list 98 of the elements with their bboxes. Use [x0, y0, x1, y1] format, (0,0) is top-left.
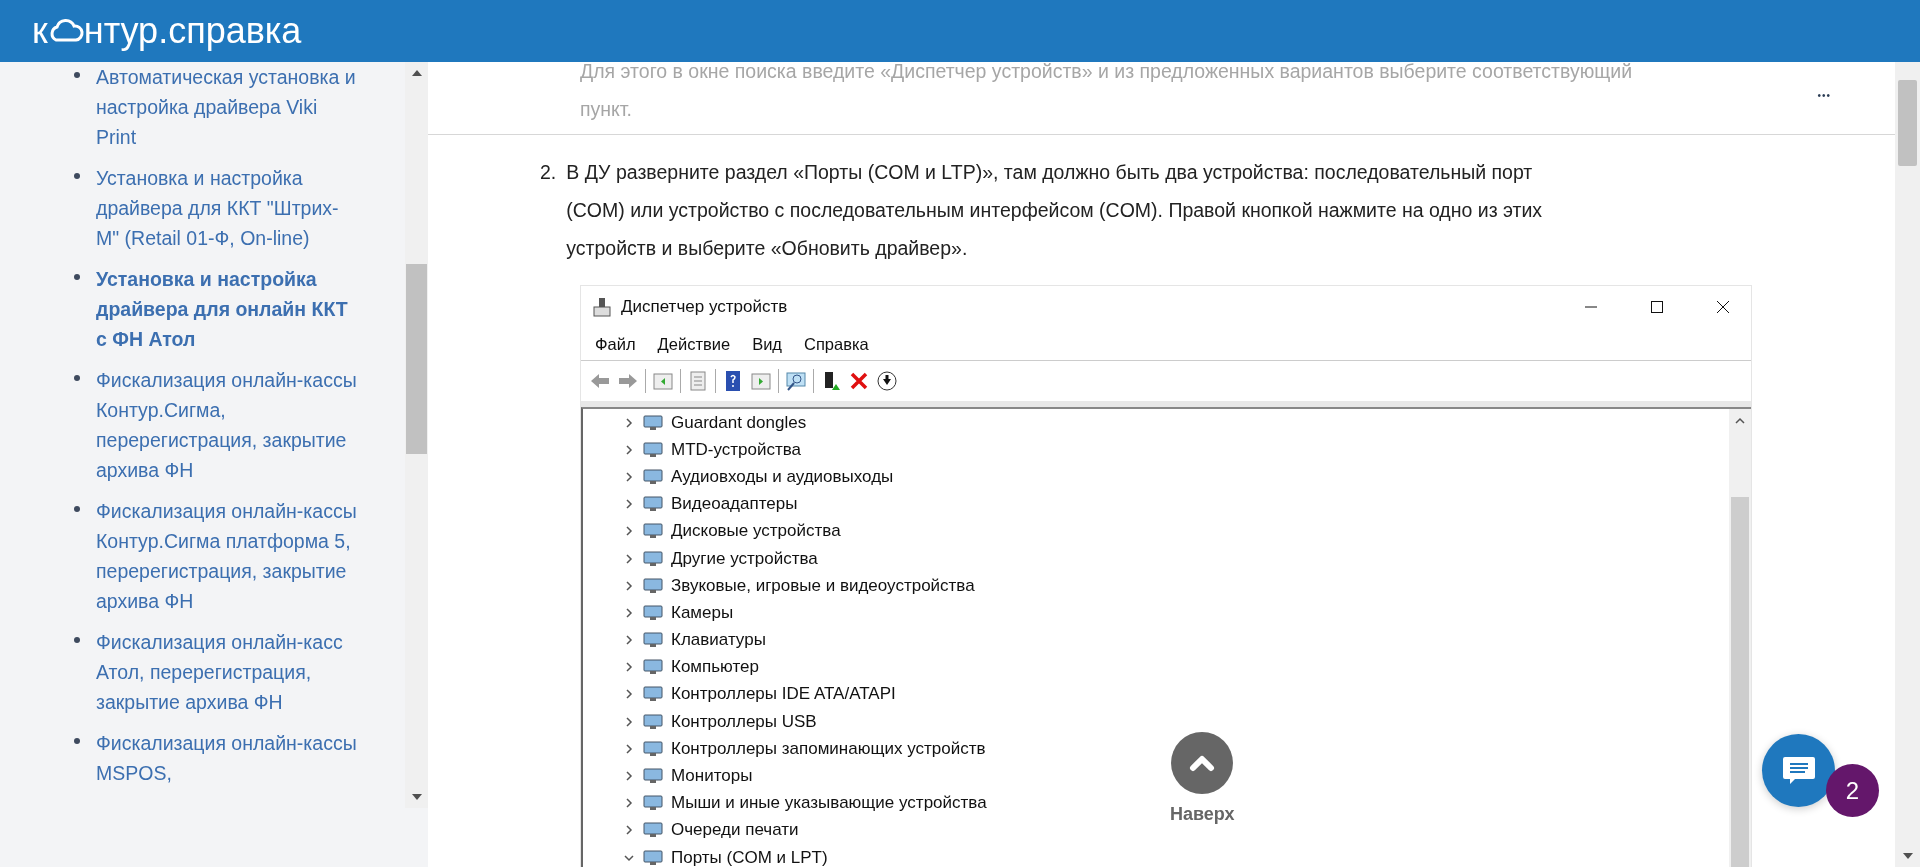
- tree-item[interactable]: Другие устройства: [671, 548, 818, 569]
- device-icon: [643, 467, 663, 486]
- faded-text: пункт.: [580, 97, 634, 122]
- scroll-top-label[interactable]: Наверх: [1170, 804, 1235, 825]
- window-title: Диспетчер устройств: [621, 297, 789, 317]
- sidebar-link[interactable]: Фискализация онлайн-кассы Контур.Сигма платформа 5, перерегистрация, закрытие архива ФН: [96, 496, 358, 616]
- chevron-right-icon[interactable]: [623, 498, 635, 511]
- delete-icon[interactable]: [848, 370, 870, 392]
- chevron-right-icon[interactable]: [623, 770, 635, 783]
- more-button[interactable]: •••: [1813, 86, 1835, 105]
- tree-item[interactable]: Компьютер: [671, 657, 759, 678]
- tree-item[interactable]: Дисковые устройства: [671, 521, 841, 542]
- scroll-up-icon[interactable]: [411, 70, 422, 76]
- close-icon[interactable]: [1716, 300, 1730, 314]
- scrollbar-thumb[interactable]: [406, 264, 427, 454]
- sidebar-link[interactable]: Автоматическая установка и настройка драйвера Viki Print: [96, 62, 358, 152]
- download-icon[interactable]: [876, 370, 898, 392]
- menu-item[interactable]: Файл: [595, 334, 636, 354]
- chevron-right-icon[interactable]: [623, 797, 635, 810]
- panel-icon[interactable]: [750, 370, 772, 392]
- bullet-icon: [74, 274, 80, 280]
- chat-button[interactable]: [1762, 734, 1835, 807]
- chevron-right-icon[interactable]: [623, 742, 635, 755]
- sidebar-link[interactable]: Фискализация онлайн-касс Атол, перерегистрация, закрытие архива ФН: [96, 627, 358, 717]
- device-icon: [643, 658, 663, 677]
- bullet-icon: [74, 637, 80, 643]
- logo-text[interactable]: нтур.справка: [83, 13, 302, 49]
- device-icon: [643, 576, 663, 595]
- chevron-right-icon[interactable]: [623, 688, 635, 701]
- menu-item[interactable]: Действие: [657, 334, 731, 354]
- device-icon: [643, 685, 663, 704]
- tree-item[interactable]: Аудиовходы и аудиовыходы: [671, 466, 894, 487]
- device-icon: [643, 821, 663, 840]
- chevron-right-icon[interactable]: [623, 470, 635, 483]
- chevron-right-icon[interactable]: [623, 579, 635, 592]
- computer-icon: [593, 297, 611, 317]
- device-icon: [643, 495, 663, 514]
- menu-item[interactable]: Вид: [752, 334, 782, 354]
- monitor-search-icon[interactable]: [785, 370, 807, 392]
- logo-text[interactable]: к: [32, 13, 48, 49]
- chevron-right-icon[interactable]: [623, 525, 635, 538]
- sidebar-link[interactable]: Установка и настройка драйвера для онлайн ККТ с ФН Атол: [96, 264, 358, 354]
- bullet-icon: [74, 173, 80, 179]
- chevron-right-icon[interactable]: [623, 661, 635, 674]
- device-icon: [643, 848, 663, 867]
- tree-item[interactable]: Контроллеры запоминающих устройств: [671, 738, 986, 759]
- scrollbar-thumb[interactable]: [1898, 80, 1917, 166]
- tree-item[interactable]: Очереди печати: [671, 820, 799, 841]
- bullet-icon: [74, 375, 80, 381]
- device-icon: [643, 631, 663, 650]
- chevron-right-icon[interactable]: [623, 552, 635, 565]
- tree-item[interactable]: Звуковые, игровые и видеоустройства: [671, 575, 975, 596]
- chevron-up-icon: [1189, 754, 1216, 772]
- tree-item[interactable]: Мыши и иные указывающие устройства: [671, 793, 987, 814]
- bullet-icon: [74, 738, 80, 744]
- tree-item[interactable]: Контроллеры USB: [671, 711, 817, 732]
- scroll-down-icon[interactable]: [1902, 853, 1913, 859]
- tree-item[interactable]: Порты (COM и LPT): [671, 847, 828, 867]
- chevron-right-icon[interactable]: [623, 416, 635, 429]
- tree-item[interactable]: MTD-устройства: [671, 439, 802, 460]
- device-icon: [643, 440, 663, 459]
- device-icon: [643, 767, 663, 786]
- step-number: 2.: [540, 160, 557, 185]
- device-icon: [643, 739, 663, 758]
- notification-badge: 2: [1826, 764, 1879, 817]
- tree-item[interactable]: Контроллеры IDE ATA/ATAPI: [671, 684, 896, 705]
- faded-text: Для этого в окне поиска введите «Диспетчер устройств» и из предложенных вариантов выберите соответствующий: [580, 59, 1634, 84]
- chevron-right-icon[interactable]: [623, 634, 635, 647]
- scrollbar[interactable]: [1895, 62, 1920, 867]
- chevron-right-icon[interactable]: [623, 606, 635, 619]
- scrollbar[interactable]: [405, 62, 428, 808]
- sidebar-link[interactable]: Установка и настройка драйвера для ККТ "Штрих-М" (Retail 01-Ф, On-line): [96, 163, 358, 253]
- tree-item[interactable]: Видеоадаптеры: [671, 494, 798, 515]
- device-icon: [643, 413, 663, 432]
- chat-icon: [1780, 754, 1817, 787]
- chevron-right-icon[interactable]: [623, 715, 635, 728]
- chevron-right-icon[interactable]: [623, 824, 635, 837]
- scrollbar[interactable]: [1729, 409, 1751, 867]
- device-icon: [643, 794, 663, 813]
- tree-item[interactable]: Камеры: [671, 602, 734, 623]
- tree-item[interactable]: Мониторы: [671, 766, 753, 787]
- maximize-icon[interactable]: [1650, 300, 1664, 314]
- sidebar-link[interactable]: Фискализация онлайн-кассы Контур.Сигма, перерегистрация, закрытие архива ФН: [96, 365, 358, 485]
- device-icon: [643, 549, 663, 568]
- tree-item[interactable]: Guardant dongles: [671, 412, 807, 433]
- step-text: В ДУ разверните раздел «Порты (COM и LTP)», там должно быть два устройства: последовательный порт (COM) или устройство с последовательным интерфейсом (COM). Правой кнопкой нажмите на одно из этих устройств и выберите «Обновить драйвер».: [566, 160, 1544, 261]
- chevron-right-icon[interactable]: [623, 443, 635, 456]
- device-icon: [643, 522, 663, 541]
- bullet-icon: [74, 72, 80, 78]
- sidebar-link[interactable]: Фискализация онлайн-кассы MSPOS,: [96, 728, 358, 788]
- scrollbar-thumb[interactable]: [1731, 497, 1749, 867]
- tree-item[interactable]: Клавиатуры: [671, 630, 766, 651]
- menu-item[interactable]: Справка: [804, 334, 869, 354]
- panel-icon[interactable]: [652, 370, 674, 392]
- scroll-down-icon[interactable]: [411, 794, 422, 800]
- device-icon: [643, 603, 663, 622]
- bullet-icon: [74, 506, 80, 512]
- device-icon: [643, 712, 663, 731]
